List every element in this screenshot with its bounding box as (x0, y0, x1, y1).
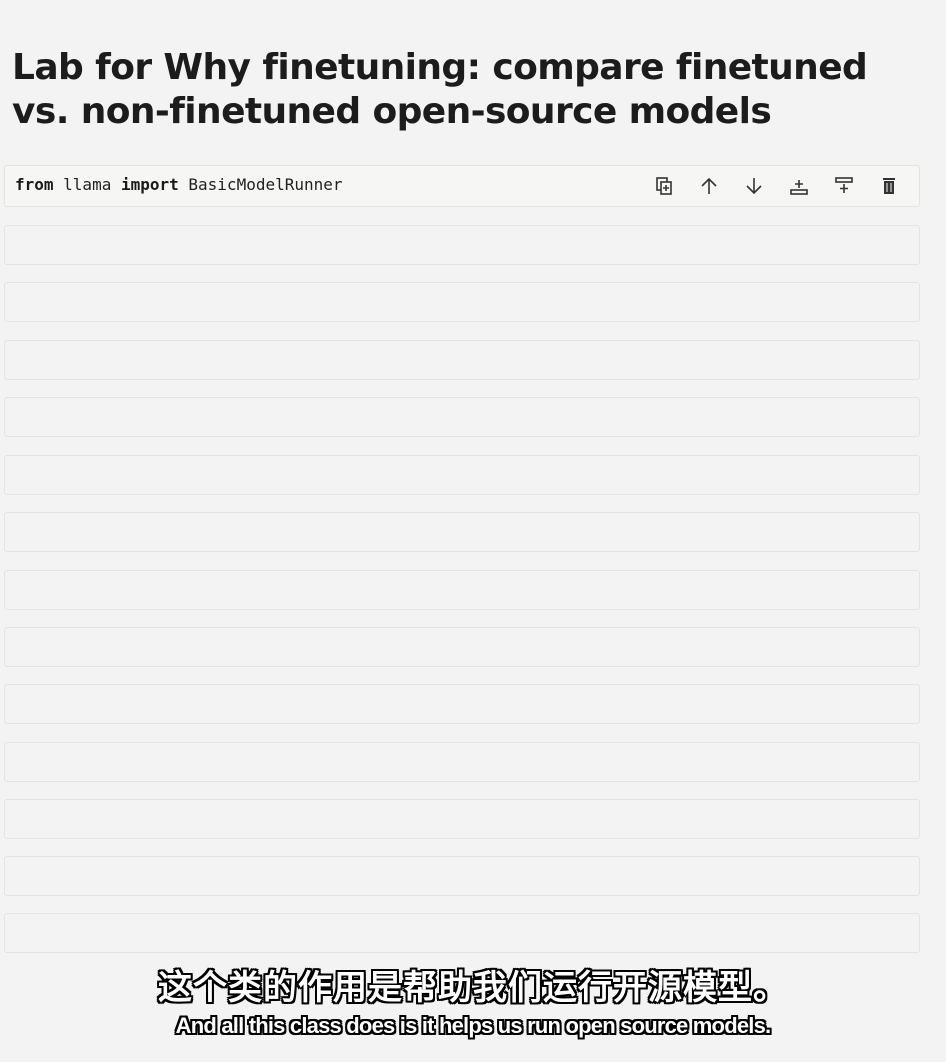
code-cell-active[interactable]: from llama import BasicModelRunner (4, 165, 920, 207)
code-cell-empty[interactable] (4, 856, 920, 896)
notebook-title: Lab for Why finetuning: compare finetune… (12, 47, 868, 132)
delete-cell-button[interactable] (873, 172, 905, 200)
class-name: BasicModelRunner (178, 175, 343, 194)
code-cell-empty[interactable] (4, 512, 920, 552)
code-cell-empty[interactable] (4, 684, 920, 724)
code-cell-empty[interactable] (4, 570, 920, 610)
code-line[interactable]: from llama import BasicModelRunner (15, 175, 343, 194)
code-cell-empty[interactable] (4, 340, 920, 380)
code-cell-empty[interactable] (4, 742, 920, 782)
delete-icon (883, 178, 895, 194)
code-cell-empty[interactable] (4, 799, 920, 839)
keyword-import: import (120, 175, 179, 194)
move-up-button[interactable] (693, 172, 725, 200)
code-cell-empty[interactable] (4, 913, 920, 953)
move-down-icon (746, 178, 762, 195)
duplicate-cell-button[interactable] (648, 172, 680, 200)
code-cell-empty[interactable] (4, 455, 920, 495)
code-cell-empty[interactable] (4, 282, 920, 322)
insert-above-button[interactable] (783, 172, 815, 200)
insert-below-icon (835, 177, 853, 193)
insert-below-button[interactable] (828, 172, 860, 200)
code-cell-empty[interactable] (4, 627, 920, 667)
move-up-icon (701, 177, 717, 194)
module-name: llama (53, 175, 121, 194)
duplicate-icon (656, 177, 672, 195)
subtitle-chinese: 这个类的作用是帮助我们运行开源模型。 (158, 968, 788, 1008)
cell-toolbar (648, 172, 905, 200)
code-cell-empty[interactable] (4, 225, 920, 265)
insert-above-icon (790, 180, 808, 195)
keyword-from: from (15, 175, 54, 194)
move-down-button[interactable] (738, 172, 770, 200)
subtitle-english: And all this class does is it helps us r… (175, 1013, 771, 1038)
code-cell-empty[interactable] (4, 397, 920, 437)
